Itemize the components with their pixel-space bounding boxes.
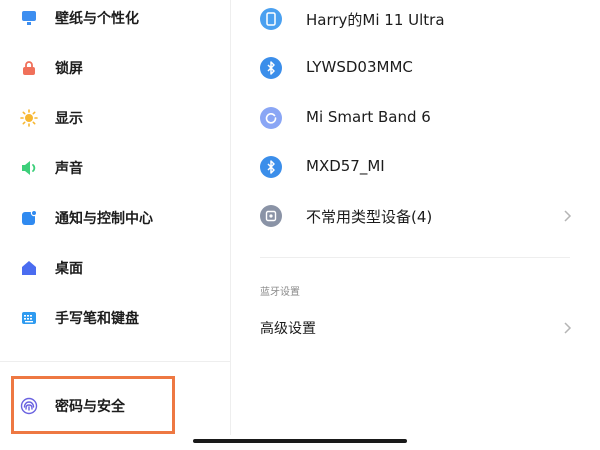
chevron-right-icon [564,322,572,334]
advanced-settings-label: 高级设置 [260,321,316,337]
advanced-settings-row[interactable]: 高级设置 [231,308,600,348]
notification-icon [20,209,38,227]
speaker-icon [20,159,38,177]
device-name: Mi Smart Band 6 [306,108,431,126]
sidebar-item-label: 锁屏 [55,61,83,77]
device-name: Harry的Mi 11 Ultra [306,11,445,29]
chevron-right-icon [564,210,572,222]
keyboard-icon [20,309,38,327]
sidebar-item-display[interactable]: 显示 [0,96,230,140]
lock-icon [20,59,38,77]
device-name: MXD57_MI [306,157,385,175]
device-item-miband6[interactable]: Mi Smart Band 6 [231,98,600,138]
phone-icon [260,8,282,30]
sidebar-item-stylus-keyboard[interactable]: 手写笔和键盘 [0,296,230,340]
bluetooth-icon [260,156,282,178]
device-name: 不常用类型设备(4) [306,208,433,226]
sidebar-item-label: 壁纸与个性化 [55,11,139,27]
bluetooth-icon [260,57,282,79]
home-indicator[interactable] [193,439,407,443]
highlight-box [11,376,175,434]
device-icon [260,205,282,227]
sidebar-item-lockscreen[interactable]: 锁屏 [0,46,230,90]
sidebar-item-notifications[interactable]: 通知与控制中心 [0,196,230,240]
sidebar-item-label: 显示 [55,111,83,127]
sidebar-item-label: 手写笔和键盘 [55,311,139,327]
section-title: 蓝牙设置 [260,287,300,298]
device-item-mxd57[interactable]: MXD57_MI [231,147,600,187]
sidebar-item-label: 桌面 [55,261,83,277]
device-item-mi11[interactable]: Harry的Mi 11 Ultra [231,0,600,39]
sidebar-item-wallpaper[interactable]: 壁纸与个性化 [0,0,230,40]
sidebar-item-label: 通知与控制中心 [55,211,153,227]
device-item-uncommon[interactable]: 不常用类型设备(4) [231,196,600,236]
settings-sidebar: 壁纸与个性化 锁屏 显示 声音 通知与控制中心 桌面 手写笔和键盘 密码与安全 [0,0,230,450]
sidebar-item-label: 声音 [55,161,83,177]
device-name: LYWSD03MMC [306,58,413,76]
sun-icon [20,109,38,127]
home-icon [20,259,38,277]
sidebar-item-desktop[interactable]: 桌面 [0,246,230,290]
divider [0,361,230,362]
device-item-lywsd03mmc[interactable]: LYWSD03MMC [231,48,600,88]
sidebar-item-sound[interactable]: 声音 [0,146,230,190]
wallpaper-icon [20,9,38,27]
band-icon [260,107,282,129]
bluetooth-panel: Harry的Mi 11 Ultra LYWSD03MMC Mi Smart Ba… [231,0,600,450]
divider [260,257,570,258]
